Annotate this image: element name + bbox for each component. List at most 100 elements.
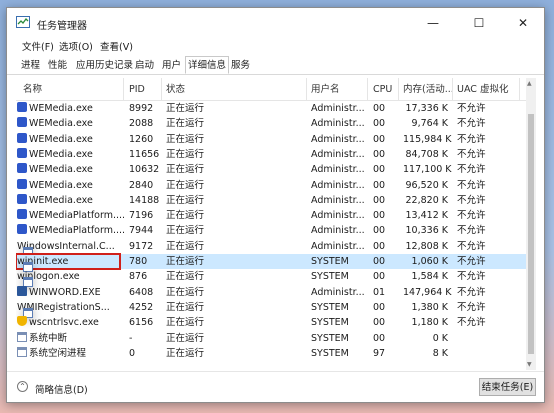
- process-pid: 9172: [129, 240, 154, 252]
- process-name-label: WEMedia.exe: [29, 164, 93, 176]
- process-cpu: 00: [373, 210, 386, 222]
- table-row[interactable]: WMIRegistrationS... 4252 正在运行 SYSTEM 00 1,380…: [16, 300, 526, 318]
- tab-performance[interactable]: 性能: [46, 58, 69, 73]
- process-memory: 0 K: [432, 332, 448, 344]
- process-cpu: 00: [373, 271, 386, 283]
- process-username: Administr...: [311, 164, 365, 176]
- wemedia-icon: [17, 102, 27, 112]
- process-name: WEMedia.exe: [17, 163, 119, 176]
- end-task-button[interactable]: 结束任务(E): [479, 378, 536, 396]
- process-cpu: 00: [373, 133, 386, 145]
- title-bar[interactable]: 任务管理器 — ☐ ✕: [7, 8, 544, 38]
- table-row[interactable]: WEMedia.exe 8992 正在运行 Administr... 00 17,336 …: [16, 101, 526, 116]
- process-name-label: WEMedia.exe: [29, 179, 93, 191]
- process-name-label: 系统中断: [29, 332, 68, 344]
- table-row[interactable]: 系统中断 - 正在运行 SYSTEM 00 0 K: [16, 331, 526, 346]
- process-status: 正在运行: [166, 347, 205, 359]
- process-uac: 不允许: [457, 271, 486, 283]
- task-manager-window: 任务管理器 — ☐ ✕ 文件(F) 选项(O) 查看(V) 进程 性能 应用历史…: [6, 7, 545, 403]
- menu-options[interactable]: 选项(O): [59, 39, 93, 53]
- tab-services[interactable]: 服务: [229, 58, 252, 73]
- process-memory: 12,808 K: [405, 240, 449, 252]
- column-username[interactable]: 用户名: [311, 83, 340, 96]
- table-row[interactable]: WEMedia.exe 2840 正在运行 Administr... 00 96,520 …: [16, 178, 526, 193]
- column-name[interactable]: 名称: [23, 83, 42, 96]
- process-uac: 不允许: [457, 256, 486, 267]
- process-uac: 不允许: [457, 148, 486, 160]
- fewer-details-link[interactable]: 简略信息(D): [35, 382, 88, 396]
- process-cpu: 00: [373, 179, 386, 191]
- vertical-scrollbar[interactable]: ▲ ▼: [526, 78, 536, 370]
- close-button[interactable]: ✕: [501, 8, 545, 38]
- process-pid: 6156: [129, 317, 154, 329]
- column-cpu[interactable]: CPU: [373, 83, 392, 96]
- process-cpu: 00: [373, 164, 386, 176]
- tab-processes[interactable]: 进程: [19, 58, 42, 73]
- process-uac: 不允许: [457, 301, 486, 313]
- process-memory: 22,820 K: [405, 194, 449, 206]
- process-name: 系统中断: [17, 331, 119, 345]
- process-username: Administr...: [311, 148, 365, 160]
- process-memory: 13,412 K: [405, 210, 449, 222]
- process-username: Administr...: [311, 118, 365, 130]
- table-row[interactable]: WEMediaPlatform.... 7944 正在运行 Administr... 0…: [16, 223, 526, 238]
- chevron-up-icon[interactable]: ⌃: [17, 381, 28, 392]
- tab-app-history[interactable]: 应用历史记录: [74, 58, 135, 73]
- process-name: WINWORD.EXE: [17, 285, 119, 299]
- process-cpu: 00: [373, 332, 386, 344]
- process-status: 正在运行: [166, 286, 205, 298]
- scroll-down-icon[interactable]: ▼: [527, 361, 532, 368]
- process-username: Administr...: [311, 194, 365, 206]
- process-username: Administr...: [311, 103, 365, 114]
- menu-view[interactable]: 查看(V): [100, 39, 133, 53]
- process-pid: -: [129, 332, 133, 344]
- process-name: wininit.exe: [16, 253, 121, 272]
- column-memory[interactable]: 内存(活动...: [403, 83, 454, 96]
- tab-users[interactable]: 用户: [160, 58, 183, 73]
- process-status: 正在运行: [166, 179, 205, 191]
- process-name-label: WEMediaPlatform....: [29, 225, 126, 237]
- minimize-button[interactable]: —: [411, 8, 455, 38]
- table-row[interactable]: 系统空闲进程 0 正在运行 SYSTEM 97 8 K: [16, 346, 526, 361]
- process-uac: 不允许: [457, 103, 486, 114]
- process-name: wscntrlsvc.exe: [17, 316, 119, 329]
- tab-details[interactable]: 详细信息: [185, 56, 230, 74]
- process-cpu: 00: [373, 301, 386, 313]
- process-cpu: 00: [373, 148, 386, 160]
- column-uac[interactable]: UAC 虚拟化: [457, 83, 508, 96]
- table-row[interactable]: winlogon.exe 876 正在运行 SYSTEM 00 1,584 K 不允许: [16, 269, 526, 288]
- process-uac: 不允许: [457, 240, 486, 252]
- menu-file[interactable]: 文件(F): [22, 39, 54, 53]
- process-pid: 8992: [129, 103, 154, 114]
- table-row[interactable]: WEMediaPlatform.... 7196 正在运行 Administr... 0…: [16, 208, 526, 223]
- process-username: Administr...: [311, 240, 365, 252]
- table-row[interactable]: WindowsInternal.C... 9172 正在运行 Administr...…: [16, 239, 526, 257]
- process-status: 正在运行: [166, 118, 205, 130]
- process-memory: 1,060 K: [411, 256, 448, 267]
- table-row[interactable]: WEMedia.exe 2088 正在运行 Administr... 00 9,764 K…: [16, 116, 526, 131]
- column-status[interactable]: 状态: [166, 83, 185, 96]
- table-row[interactable]: WEMedia.exe 10632 正在运行 Administr... 00 117,10…: [16, 162, 526, 177]
- tab-startup[interactable]: 启动: [133, 58, 156, 73]
- scroll-up-icon[interactable]: ▲: [527, 80, 532, 87]
- process-pid: 876: [129, 271, 148, 283]
- scrollbar-thumb[interactable]: [528, 114, 534, 354]
- task-manager-icon: [16, 16, 30, 28]
- process-name: WEMedia.exe: [17, 117, 119, 130]
- process-cpu: 00: [373, 240, 386, 252]
- maximize-button[interactable]: ☐: [457, 8, 501, 38]
- table-row-selected[interactable]: wininit.exe 780 正在运行 SYSTEM 00 1,060 K 不允许: [16, 253, 526, 272]
- process-status: 正在运行: [166, 317, 205, 329]
- process-memory: 1,380 K: [411, 301, 448, 313]
- process-status: 正在运行: [166, 210, 205, 222]
- system-icon: [17, 331, 27, 342]
- process-uac: 不允许: [457, 179, 486, 191]
- table-row[interactable]: wscntrlsvc.exe 6156 正在运行 SYSTEM 00 1,180 K 不允许: [16, 315, 526, 330]
- process-username: Administr...: [311, 179, 365, 191]
- table-row[interactable]: WEMedia.exe 11656 正在运行 Administr... 00 84,708…: [16, 147, 526, 162]
- table-row[interactable]: WEMedia.exe 14188 正在运行 Administr... 00 22,820…: [16, 193, 526, 208]
- table-row[interactable]: WEMedia.exe 1260 正在运行 Administr... 00 115,984…: [16, 132, 526, 147]
- process-memory: 8 K: [432, 347, 448, 359]
- column-pid[interactable]: PID: [129, 83, 145, 96]
- table-row[interactable]: WINWORD.EXE 6408 正在运行 Administr... 01 147,964…: [16, 285, 526, 300]
